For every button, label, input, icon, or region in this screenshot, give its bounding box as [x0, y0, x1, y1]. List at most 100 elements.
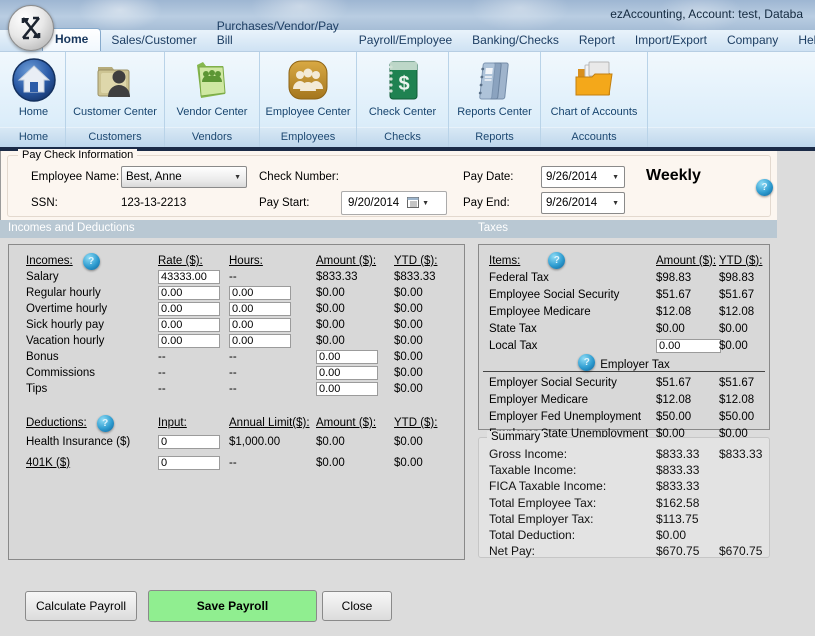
- income-label: Tips: [26, 383, 158, 395]
- employer-tax-help-icon[interactable]: ?: [578, 354, 595, 371]
- tax-label: Employee Social Security: [489, 289, 656, 301]
- pay-end-label: Pay End:: [463, 197, 510, 209]
- menu-purchases-vendor[interactable]: Purchases/Vendor/Pay Bill: [207, 16, 349, 51]
- tax-label: Employer Social Security: [489, 377, 656, 389]
- income-label: Bonus: [26, 351, 158, 363]
- tax-label: Federal Tax: [489, 272, 656, 284]
- bonus-amount-input[interactable]: [316, 350, 378, 364]
- customer-center-button[interactable]: Customer Center: [66, 52, 164, 127]
- tax-amount: $0.00: [656, 323, 719, 335]
- 401k-input[interactable]: [158, 456, 220, 470]
- summary-row-taxable: Taxable Income: $833.33: [479, 462, 769, 478]
- tax-label: Employer Fed Unemployment: [489, 411, 656, 423]
- salary-rate-input[interactable]: [158, 270, 220, 284]
- menu-sales-customer[interactable]: Sales/Customer: [101, 30, 206, 51]
- deduction-limit: --: [229, 457, 316, 469]
- menu-payroll-employee[interactable]: Payroll/Employee: [349, 30, 462, 51]
- tax-row-federal: Federal Tax $98.83 $98.83: [479, 269, 769, 286]
- ribbon-group-reports: Reports: [449, 127, 540, 147]
- income-amount: $0.00: [316, 335, 394, 347]
- customer-center-label: Customer Center: [73, 106, 157, 118]
- summary-label: FICA Taxable Income:: [489, 479, 656, 493]
- summary-panel: Summary Gross Income: $833.33 $833.33 Ta…: [478, 437, 770, 558]
- regular-hours-input[interactable]: [229, 286, 291, 300]
- save-payroll-button[interactable]: Save Payroll: [148, 590, 317, 622]
- home-button[interactable]: Home: [2, 52, 65, 127]
- tips-amount-input[interactable]: [316, 382, 378, 396]
- employees-icon: [284, 56, 332, 104]
- taxes-section-title: Taxes: [478, 222, 508, 234]
- reports-center-button[interactable]: Reports Center: [449, 52, 540, 127]
- employee-name-select[interactable]: Best, Anne ▼: [121, 166, 247, 188]
- pay-end-select[interactable]: 9/26/2014 ▼: [541, 192, 625, 214]
- app-logo-button[interactable]: [8, 5, 54, 51]
- taxes-help-icon[interactable]: ?: [548, 252, 565, 269]
- tax-row-local: Local Tax $0.00: [479, 337, 769, 354]
- check-center-button[interactable]: $ Check Center: [357, 52, 448, 127]
- summary-ytd: $670.75: [719, 544, 762, 558]
- income-row-sick-hourly: Sick hourly pay $0.00 $0.00: [9, 317, 464, 333]
- menu-bar: Home Sales/Customer Purchases/Vendor/Pay…: [0, 30, 815, 52]
- summary-row-fica: FICA Taxable Income: $833.33: [479, 478, 769, 494]
- employee-center-button[interactable]: Employee Center: [260, 52, 356, 127]
- summary-label: Net Pay:: [489, 544, 656, 558]
- vacation-hours-input[interactable]: [229, 334, 291, 348]
- health-insurance-input[interactable]: [158, 435, 220, 449]
- ribbon-cell-vendors: Vendor Center Vendors: [165, 52, 260, 147]
- menu-import-export[interactable]: Import/Export: [625, 30, 717, 51]
- summary-title: Summary: [487, 431, 544, 443]
- menu-banking-checks[interactable]: Banking/Checks: [462, 30, 569, 51]
- summary-row-employer-tax: Total Employer Tax: $113.75: [479, 511, 769, 527]
- local-tax-input[interactable]: [656, 339, 721, 353]
- ribbon-group-accounts: Accounts: [541, 127, 647, 147]
- ribbon-cell-reports: Reports Center Reports: [449, 52, 541, 147]
- summary-amount: $670.75: [656, 544, 719, 558]
- income-label: Sick hourly pay: [26, 319, 158, 331]
- income-ytd: $0.00: [394, 383, 423, 395]
- sick-hours-input[interactable]: [229, 318, 291, 332]
- summary-amount: $833.33: [656, 447, 719, 461]
- summary-row-net-pay: Net Pay: $670.75 $670.75: [479, 543, 769, 559]
- tax-row-emp-ss: Employee Social Security $51.67 $51.67: [479, 286, 769, 303]
- close-button[interactable]: Close: [322, 591, 392, 621]
- tax-label: Employee Medicare: [489, 306, 656, 318]
- help-globe-icon[interactable]: ?: [756, 179, 773, 196]
- pay-start-label: Pay Start:: [259, 197, 310, 209]
- regular-rate-input[interactable]: [158, 286, 220, 300]
- pay-date-select[interactable]: 9/26/2014 ▼: [541, 166, 625, 188]
- vendor-center-button[interactable]: Vendor Center: [165, 52, 259, 127]
- ded-ytd-col-header: YTD ($):: [394, 417, 437, 429]
- limit-col-header: Annual Limit($):: [229, 417, 316, 429]
- ribbon-group-customers: Customers: [66, 127, 164, 147]
- summary-ytd: $833.33: [719, 447, 762, 461]
- menu-company[interactable]: Company: [717, 30, 788, 51]
- income-amount: $0.00: [316, 287, 394, 299]
- tax-amount-col-header: Amount ($):: [656, 255, 719, 267]
- overtime-hours-input[interactable]: [229, 302, 291, 316]
- incomes-header-row: Incomes: ? Rate ($): Hours: Amount ($): …: [9, 253, 464, 269]
- overtime-rate-input[interactable]: [158, 302, 220, 316]
- income-ytd: $833.33: [394, 271, 436, 283]
- chevron-down-icon: ▼: [612, 200, 619, 207]
- calculate-payroll-button[interactable]: Calculate Payroll: [25, 591, 137, 621]
- tax-row-emp-medicare: Employee Medicare $12.08 $12.08: [479, 303, 769, 320]
- income-amount: $0.00: [316, 303, 394, 315]
- sick-rate-input[interactable]: [158, 318, 220, 332]
- incomes-help-icon[interactable]: ?: [83, 253, 100, 270]
- chart-of-accounts-button[interactable]: Chart of Accounts: [541, 52, 647, 127]
- deductions-help-icon[interactable]: ?: [97, 415, 114, 432]
- vendor-folder-icon: [188, 56, 236, 104]
- ssn-label: SSN:: [31, 197, 58, 209]
- chevron-down-icon: ▼: [234, 174, 241, 181]
- tax-label: State Tax: [489, 323, 656, 335]
- hours-col-header: Hours:: [229, 255, 316, 267]
- menu-help[interactable]: Help: [788, 30, 815, 51]
- tax-amount: $51.67: [656, 377, 719, 389]
- income-ytd: $0.00: [394, 319, 423, 331]
- pay-start-datepicker[interactable]: 9/20/2014 ▼: [341, 191, 447, 215]
- 401k-link[interactable]: 401K ($): [26, 457, 70, 469]
- commissions-amount-input[interactable]: [316, 366, 378, 380]
- menu-report[interactable]: Report: [569, 30, 625, 51]
- vacation-rate-input[interactable]: [158, 334, 220, 348]
- employee-center-label: Employee Center: [266, 106, 351, 118]
